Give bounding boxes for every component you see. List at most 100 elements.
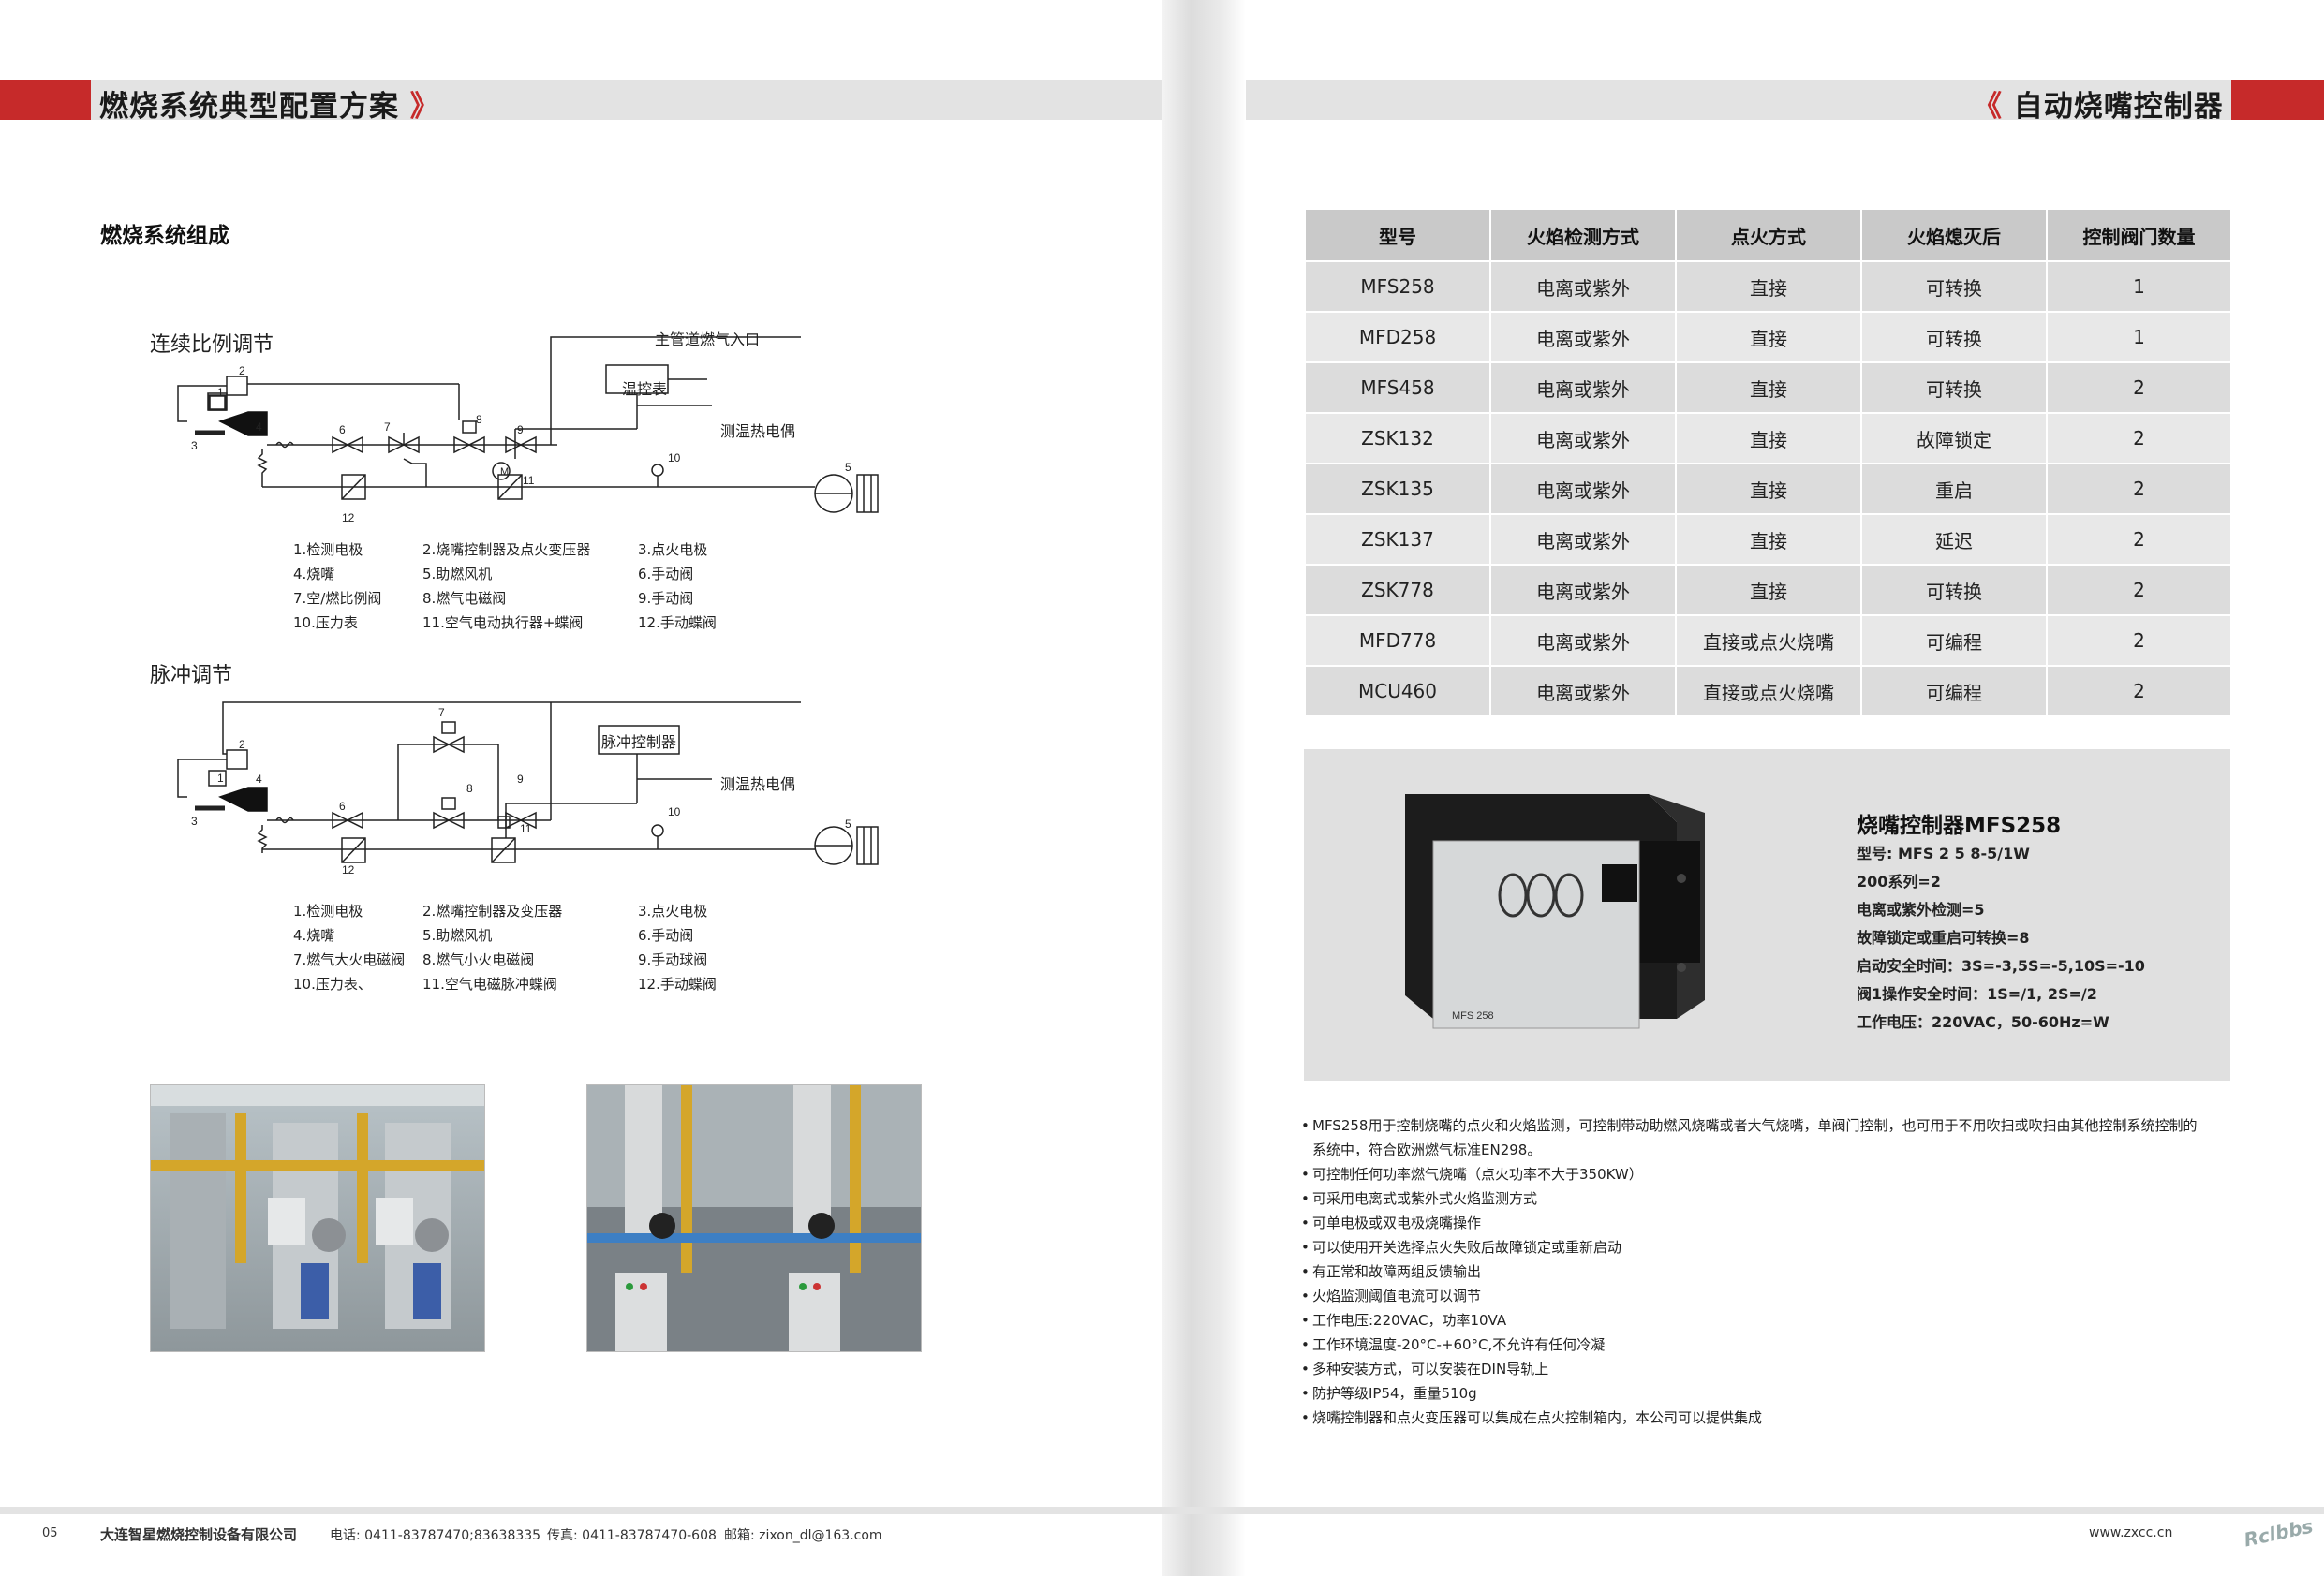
- feature-text: 烧嘴控制器和点火变压器可以集成在点火控制箱内，本公司可以提供集成: [1312, 1409, 1763, 1426]
- legend-item: 11.空气电动执行器+蝶阀: [422, 614, 584, 631]
- feature-item: • 火焰监测阈值电流可以调节: [1301, 1284, 2238, 1308]
- table-cell: MCU460: [1304, 665, 1491, 717]
- table-cell: 故障锁定: [1860, 412, 2048, 464]
- table-row: MFD258 电离或紫外 直接 可转换 1: [1304, 311, 2232, 363]
- table-row: ZSK137 电离或紫外 直接 延迟 2: [1304, 513, 2232, 566]
- product-title: 烧嘴控制器MFS258: [1857, 814, 2062, 838]
- table-cell: MFS258: [1304, 260, 1491, 313]
- table-cell: ZSK135: [1304, 463, 1491, 515]
- diagram1-box-label: 温控表: [622, 380, 668, 398]
- right-header-title-text: 自动烧嘴控制器: [2013, 90, 2224, 124]
- table-cell: 电离或紫外: [1489, 361, 1677, 414]
- feature-text: 可控制任何功率燃气烧嘴（点火功率不大于350KW）: [1312, 1166, 1643, 1183]
- table-header-cell: 型号: [1304, 208, 1491, 262]
- legend-item: 8.燃气电磁阀: [422, 590, 507, 607]
- legend-item: 4.烧嘴: [293, 927, 335, 944]
- feature-item: 系统中，符合欧洲燃气标准EN298。: [1301, 1138, 2238, 1162]
- product-spec-line: 工作电压：220VAC，50-60Hz=W: [1857, 1013, 2109, 1031]
- legend-item: 5.助燃风机: [422, 927, 493, 944]
- bullet-icon: •: [1301, 1239, 1310, 1256]
- svg-text:9: 9: [517, 773, 524, 786]
- table-cell: 直接: [1675, 260, 1862, 313]
- product-spec-line: 电离或紫外检测=5: [1857, 901, 1985, 919]
- svg-text:6: 6: [339, 423, 346, 436]
- bullet-icon: •: [1301, 1385, 1310, 1402]
- table-cell: 1: [2046, 311, 2232, 363]
- table-cell: ZSK778: [1304, 564, 1491, 616]
- legend-row: 1.检测电极 2.燃嘴控制器及变压器 3.点火电极: [293, 899, 780, 923]
- table-cell: 2: [2046, 513, 2232, 566]
- table-cell: 2: [2046, 564, 2232, 616]
- legend-item: 9.手动球阀: [638, 951, 708, 968]
- product-spec-line: 阀1操作安全时间：1S=/1, 2S=/2: [1857, 985, 2097, 1003]
- svg-text:7: 7: [438, 706, 445, 719]
- feature-text: 系统中，符合欧洲燃气标准EN298。: [1312, 1141, 1542, 1158]
- table-cell: 直接: [1675, 463, 1862, 515]
- feature-item: • 工作电压:220VAC，功率10VA: [1301, 1308, 2238, 1333]
- legend-row: 7.空/燃比例阀 8.燃气电磁阀 9.手动阀: [293, 586, 780, 611]
- legend-item: 3.点火电极: [638, 903, 708, 920]
- table-cell: 2: [2046, 361, 2232, 414]
- company-name: 大连智星燃烧控制设备有限公司: [100, 1526, 298, 1543]
- legend-row: 10.压力表 11.空气电动执行器+蝶阀 12.手动蝶阀: [293, 611, 780, 635]
- table-row: ZSK132 电离或紫外 直接 故障锁定 2: [1304, 412, 2232, 464]
- legend-item: 1.检测电极: [293, 541, 363, 558]
- feature-item: • MFS258用于控制烧嘴的点火和火焰监测，可控制带动助燃风烧嘴或者大气烧嘴，单…: [1301, 1113, 2238, 1138]
- table-cell: 可转换: [1860, 260, 2048, 313]
- svg-text:7: 7: [384, 420, 391, 434]
- table-header-cell: 控制阀门数量: [2046, 208, 2232, 262]
- legend-item: 10.压力表、: [293, 976, 372, 993]
- table-cell: 可转换: [1860, 564, 2048, 616]
- product-spec-line: 故障锁定或重启可转换=8: [1857, 929, 2030, 947]
- product-spec-line: 200系列=2: [1857, 873, 1941, 891]
- legend-item: 4.烧嘴: [293, 566, 335, 582]
- svg-text:12: 12: [342, 511, 355, 524]
- feature-text: MFS258用于控制烧嘴的点火和火焰监测，可控制带动助燃风烧嘴或者大气烧嘴，单阀…: [1312, 1117, 2198, 1134]
- legend-item: 10.压力表: [293, 614, 358, 631]
- chevron-right-icon: 》: [409, 90, 440, 124]
- svg-text:4: 4: [256, 420, 262, 434]
- table-cell: MFD258: [1304, 311, 1491, 363]
- feature-text: 火焰监测阈值电流可以调节: [1312, 1288, 1482, 1304]
- contact-email: 邮箱: zixon_dl@163.com: [724, 1528, 882, 1543]
- product-spec-line: 型号: MFS 2 5 8-5/1W: [1857, 845, 2030, 862]
- diagram2-box-label: 脉冲控制器: [601, 733, 677, 751]
- table-row: MCU460 电离或紫外 直接或点火烧嘴 可编程 2: [1304, 665, 2232, 717]
- page-spine: [1162, 0, 1246, 1576]
- bullet-icon: •: [1301, 1336, 1310, 1353]
- bullet-icon: •: [1301, 1117, 1310, 1134]
- feature-text: 可单电极或双电极烧嘴操作: [1312, 1215, 1482, 1231]
- table-cell: 可转换: [1860, 361, 2048, 414]
- svg-text:9: 9: [517, 423, 524, 436]
- table-cell: 延迟: [1860, 513, 2048, 566]
- svg-text:10: 10: [668, 451, 681, 464]
- right-header-accent: [2231, 80, 2324, 120]
- svg-text:8: 8: [476, 413, 482, 426]
- footer-rule: [0, 1507, 2324, 1514]
- svg-text:10: 10: [668, 805, 681, 818]
- legend-item: 8.燃气小火电磁阀: [422, 951, 535, 968]
- legend-item: 11.空气电磁脉冲蝶阀: [422, 976, 557, 993]
- table-cell: MFD778: [1304, 614, 1491, 667]
- feature-text: 多种安装方式，可以安装在DIN导轨上: [1312, 1361, 1549, 1377]
- legend-item: 2.烧嘴控制器及点火变压器: [422, 541, 591, 558]
- legend-item: 2.燃嘴控制器及变压器: [422, 903, 563, 920]
- table-cell: 重启: [1860, 463, 2048, 515]
- left-header-accent: [0, 80, 91, 120]
- legend-item: 7.燃气大火电磁阀: [293, 951, 406, 968]
- bullet-icon: •: [1301, 1166, 1310, 1183]
- svg-text:3: 3: [191, 439, 198, 452]
- product-spec-line: 启动安全时间：3S=-3,5S=-5,10S=-10: [1857, 957, 2145, 975]
- feature-text: 可采用电离式或紫外式火焰监测方式: [1312, 1190, 1538, 1207]
- svg-text:2: 2: [239, 364, 245, 377]
- bullet-icon: •: [1301, 1263, 1310, 1280]
- svg-text:M: M: [500, 466, 509, 478]
- table-row: ZSK135 电离或紫外 直接 重启 2: [1304, 463, 2232, 515]
- feature-list: • MFS258用于控制烧嘴的点火和火焰监测，可控制带动助燃风烧嘴或者大气烧嘴，单…: [1301, 1113, 2238, 1430]
- table-cell: 电离或紫外: [1489, 513, 1677, 566]
- feature-item: • 烧嘴控制器和点火变压器可以集成在点火控制箱内，本公司可以提供集成: [1301, 1406, 2238, 1430]
- feature-text: 防护等级IP54，重量510g: [1312, 1385, 1477, 1402]
- table-cell: 2: [2046, 665, 2232, 717]
- svg-text:4: 4: [256, 773, 262, 786]
- feature-text: 有正常和故障两组反馈输出: [1312, 1263, 1482, 1280]
